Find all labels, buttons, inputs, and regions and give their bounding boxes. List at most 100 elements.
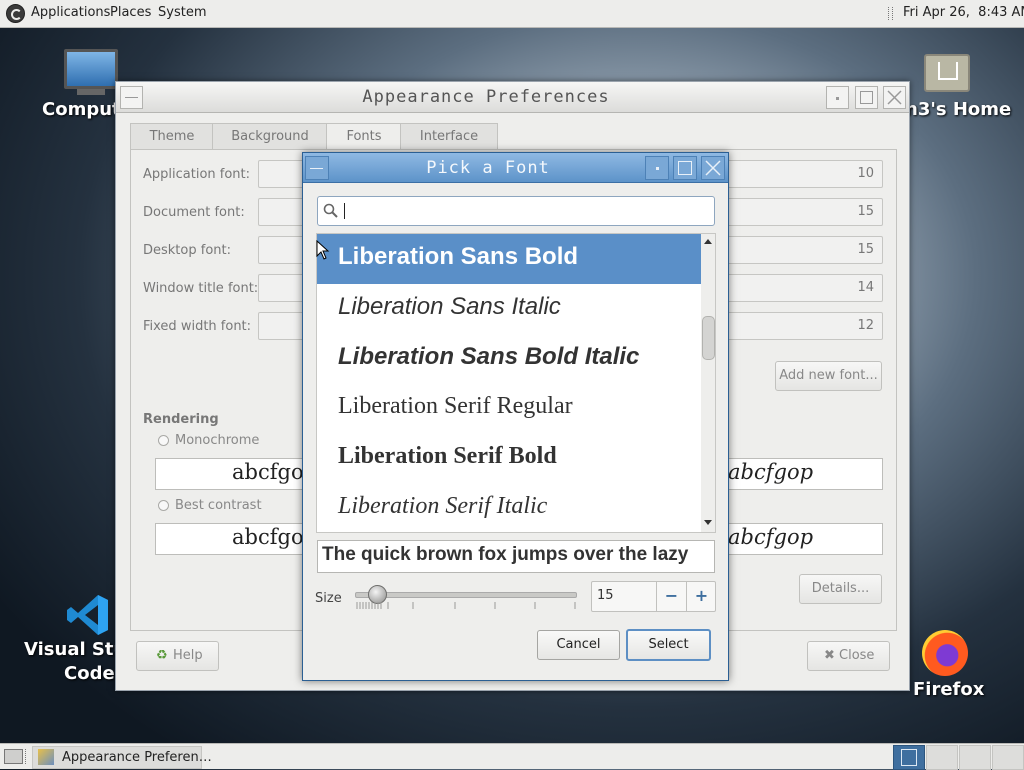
maximize-button[interactable] (855, 86, 878, 109)
cancel-button[interactable]: Cancel (537, 630, 620, 660)
font-list-item[interactable]: Liberation Serif Italic (317, 484, 702, 532)
home-label[interactable]: n3's Home (905, 98, 1011, 122)
decrease-size-button[interactable]: − (656, 582, 686, 611)
font-name: Liberation Sans Bold (338, 243, 579, 270)
vscode-icon[interactable] (66, 593, 110, 637)
menu-system[interactable]: System (158, 5, 206, 20)
close-window-button[interactable] (883, 86, 906, 109)
show-desktop-icon[interactable] (4, 749, 23, 764)
fixed-width-font-size: 12 (857, 318, 874, 333)
vscode-label-line1[interactable]: Visual Stu (24, 638, 126, 662)
window-titlebar[interactable]: Appearance Preferences (116, 82, 909, 113)
size-value: 15 (597, 588, 614, 603)
monochrome-sample-right: abcfgop (728, 460, 814, 484)
help-label: Help (173, 648, 203, 663)
taskbar-appearance-preferences[interactable]: Appearance Preferen… (32, 746, 212, 769)
tab-background[interactable]: Background (212, 123, 328, 150)
window-title-font-label: Window title font: (143, 281, 259, 296)
top-panel: Applications Places System Fri Apr 26, 8… (0, 0, 1024, 28)
monochrome-label[interactable]: Monochrome (175, 433, 259, 448)
font-name: Liberation Sans Italic (338, 293, 561, 320)
application-font-size: 10 (857, 166, 874, 181)
font-list-item[interactable]: Liberation Sans Bold (317, 234, 702, 284)
preview-text: The quick brown fox jumps over the lazy (322, 544, 689, 565)
taskbar-label: Appearance Preferen… (62, 750, 212, 765)
home-folder-icon[interactable] (924, 54, 970, 92)
text-cursor (344, 203, 345, 219)
bottom-panel: Appearance Preferen… (0, 743, 1024, 770)
font-preview[interactable]: The quick brown fox jumps over the lazy (317, 540, 715, 573)
best-contrast-label[interactable]: Best contrast (175, 498, 262, 513)
font-list[interactable]: Liberation Sans Bold Liberation Sans Ita… (316, 233, 703, 533)
vscode-label-line2[interactable]: Code (64, 662, 115, 686)
firefox-label[interactable]: Firefox (913, 678, 984, 702)
font-name: Liberation Serif Bold (338, 443, 557, 469)
workspace-3[interactable] (959, 745, 991, 770)
details-button[interactable]: Details... (799, 574, 882, 604)
menu-places[interactable]: Places (110, 5, 151, 20)
workspace-4[interactable] (992, 745, 1024, 770)
panel-handle (25, 749, 28, 764)
dialog-minimize-button[interactable] (645, 156, 669, 180)
close-label: Close (839, 648, 875, 663)
font-list-item[interactable]: Liberation Sans Italic (317, 284, 702, 334)
tab-fonts[interactable]: Fonts (326, 123, 402, 151)
scroll-down-icon[interactable] (704, 520, 712, 525)
scrollbar-thumb[interactable] (702, 316, 715, 360)
tab-theme[interactable]: Theme (130, 123, 214, 150)
firefox-icon[interactable] (922, 630, 968, 676)
close-button[interactable]: ✖ Close (807, 641, 890, 671)
search-icon (323, 203, 338, 218)
minimize-button[interactable] (826, 86, 849, 109)
dialog-title: Pick a Font (426, 158, 550, 178)
fixed-width-font-label: Fixed width font: (143, 319, 252, 334)
font-list-item[interactable]: Liberation Sans Bold Italic (317, 334, 702, 384)
document-font-size: 15 (857, 204, 874, 219)
appearance-app-icon (38, 749, 54, 765)
select-button[interactable]: Select (626, 629, 711, 661)
mouse-pointer-icon (316, 240, 330, 260)
menu-applications[interactable]: Applications (31, 5, 110, 20)
window-title: Appearance Preferences (362, 87, 610, 107)
window-title-font-size: 14 (857, 280, 874, 295)
dialog-maximize-button[interactable] (673, 156, 697, 180)
computer-label[interactable]: Comput (42, 98, 121, 122)
desktop-font-size: 15 (857, 242, 874, 257)
rendering-heading: Rendering (143, 412, 219, 427)
font-search-input[interactable] (317, 196, 715, 226)
pick-a-font-dialog: Pick a Font Liberation Sans Bold Liberat… (302, 152, 729, 681)
slider-trough (355, 592, 577, 598)
clock[interactable]: Fri Apr 26, 8:43 AM (903, 5, 1024, 20)
size-label: Size (315, 591, 342, 606)
desktop-font-label: Desktop font: (143, 243, 231, 258)
close-icon (887, 90, 902, 105)
add-new-font-button[interactable]: Add new font... (775, 361, 882, 391)
help-icon: ♻ (156, 648, 168, 663)
scroll-up-icon[interactable] (704, 239, 712, 244)
monochrome-radio[interactable] (158, 435, 169, 446)
font-list-item[interactable]: Liberation Serif Regular (317, 384, 702, 434)
best-contrast-sample-right: abcfgop (728, 525, 814, 549)
computer-icon[interactable] (64, 49, 118, 95)
slider-ticks (356, 602, 576, 609)
font-name: Liberation Serif Italic (338, 493, 548, 519)
help-button[interactable]: ♻ Help (136, 641, 219, 671)
workspace-1[interactable] (893, 745, 925, 770)
document-font-label: Document font: (143, 205, 245, 220)
workspace-2[interactable] (926, 745, 958, 770)
increase-size-button[interactable]: + (686, 582, 716, 611)
font-list-scrollbar[interactable] (701, 233, 716, 533)
close-icon (705, 160, 721, 176)
dialog-titlebar[interactable]: Pick a Font (303, 153, 728, 183)
font-list-item[interactable]: Liberation Serif Bold (317, 434, 702, 484)
font-name: Liberation Serif Regular (338, 393, 573, 419)
size-spinbutton[interactable]: 15 − + (591, 581, 716, 612)
size-slider[interactable] (355, 585, 577, 618)
close-x-icon: ✖ (824, 648, 835, 663)
best-contrast-radio[interactable] (158, 500, 169, 511)
panel-separator (888, 7, 893, 20)
font-name: Liberation Sans Bold Italic (338, 343, 640, 370)
tab-interface[interactable]: Interface (400, 123, 498, 150)
dialog-close-button[interactable] (701, 156, 725, 180)
distro-logo-icon[interactable] (6, 4, 25, 23)
